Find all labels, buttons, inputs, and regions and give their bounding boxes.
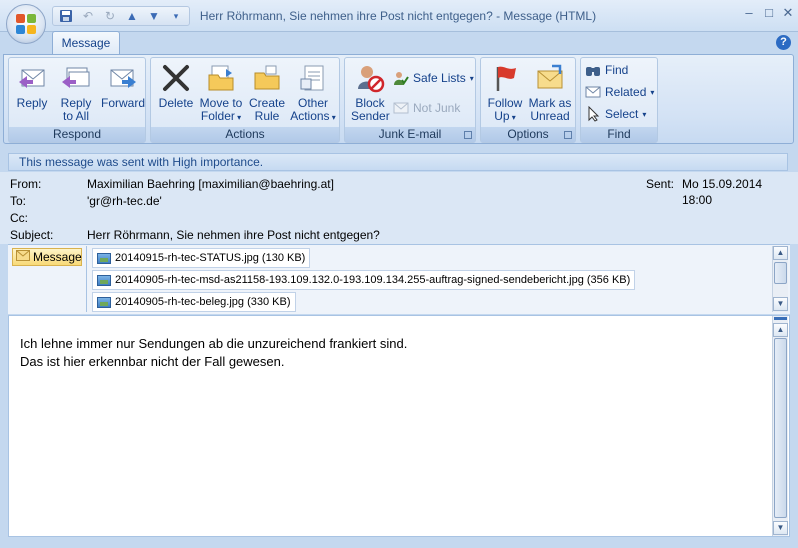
from-row: From: Maximilian Baehring [maximilian@ba… [10,176,790,207]
attachment-item[interactable]: 20140905-rh-tec-beleg.jpg (330 KB) [92,292,296,312]
message-header: From: Maximilian Baehring [maximilian@ba… [0,172,798,244]
attachment-divider [86,246,87,312]
message-body-text: Ich lehne immer nur Sendungen ab die unz… [20,336,408,369]
group-label-junk: Junk E-mail [345,127,475,142]
image-file-icon [97,296,111,308]
other-actions-icon [297,61,329,95]
other-actions-button[interactable]: Other Actions ▾ [289,61,337,124]
not-junk-button[interactable]: Not Junk [393,98,460,118]
reply-button[interactable]: Reply [15,61,49,110]
group-junk-email: Block Sender Safe Lists ▾ Not Junk Junk … [344,57,476,143]
scroll-down-icon[interactable]: ▼ [773,521,788,535]
message-attachment-tab[interactable]: Message [12,248,82,266]
office-logo-icon [16,14,36,34]
to-value[interactable]: 'gr@rh-tec.de' [87,193,162,209]
cursor-arrow-icon [585,106,601,122]
importance-infobar: This message was sent with High importan… [8,153,788,171]
block-sender-button[interactable]: Block Sender [351,61,390,123]
move-to-folder-button[interactable]: Move to Folder ▾ [197,61,245,124]
safe-lists-button[interactable]: Safe Lists ▾ [393,68,474,88]
delete-x-icon [160,61,192,95]
attachment-item[interactable]: 20140915-rh-tec-STATUS.jpg (130 KB) [92,248,311,268]
close-icon[interactable]: ✕ [779,5,797,21]
chevron-down-icon: ▾ [329,113,336,122]
minimize-icon[interactable]: – [740,5,758,21]
forward-button[interactable]: Forward [101,61,145,110]
tab-message[interactable]: Message [52,31,120,55]
junk-dialog-launcher-icon[interactable] [464,131,472,139]
group-label-options: Options [481,127,575,142]
attachment-item[interactable]: 20140905-rh-tec-msd-as21158-193.109.132.… [92,270,636,290]
chevron-down-icon: ▾ [234,113,242,122]
sent-label: Sent: [646,177,675,191]
scroll-up-icon[interactable]: ▲ [773,246,788,260]
scroll-split-handle-icon[interactable] [774,317,787,320]
move-folder-icon [205,61,237,95]
scroll-thumb[interactable] [774,338,787,518]
scroll-down-icon[interactable]: ▼ [773,297,788,311]
group-respond: Reply Reply to All Forward Respond [8,57,146,143]
reply-icon [16,61,48,95]
group-label-respond: Respond [9,127,145,142]
group-label-actions: Actions [151,127,339,142]
chevron-down-icon: ▾ [509,113,516,122]
forward-icon [107,61,139,95]
cc-row: Cc: [10,210,790,226]
scroll-up-icon[interactable]: ▲ [773,323,788,337]
help-icon[interactable]: ? [776,35,791,50]
previous-item-icon[interactable]: ▲ [123,8,141,24]
undo-icon[interactable]: ↶ [79,8,97,24]
unread-envelope-icon [534,61,566,95]
chevron-down-icon: ▾ [469,73,474,83]
rule-icon [251,61,283,95]
safe-lists-icon [393,70,409,86]
group-actions: Delete Move to Folder ▾ Create Rule Othe… [150,57,340,143]
chevron-down-icon: ▾ [650,87,655,97]
group-label-find: Find [581,127,657,142]
to-label: To: [10,194,27,208]
image-file-icon [97,252,111,264]
save-icon[interactable] [57,8,75,24]
maximize-icon[interactable]: □ [760,5,778,21]
group-find: Find Related ▾ Select ▾ Find [580,57,658,143]
reply-all-icon [60,61,92,95]
image-file-icon [97,274,111,286]
from-label: From: [10,177,42,191]
block-sender-icon [354,61,386,95]
attachment-scrollbar[interactable]: ▲ ▼ [772,246,788,312]
follow-up-button[interactable]: Follow Up ▾ [485,61,525,124]
subject-row: Subject: Herr Röhrmann, Sie nehmen ihre … [10,227,790,243]
redo-icon[interactable]: ↻ [101,8,119,24]
group-options: Follow Up ▾ Mark as Unread Options [480,57,576,143]
binoculars-icon [585,62,601,78]
cc-label: Cc: [10,211,28,225]
mark-as-unread-button[interactable]: Mark as Unread [527,61,573,123]
options-dialog-launcher-icon[interactable] [564,131,572,139]
subject-label: Subject: [10,228,54,242]
create-rule-button[interactable]: Create Rule [247,61,287,123]
envelope-icon [16,249,30,265]
flag-icon [489,61,521,95]
body-scrollbar[interactable]: ▲ ▼ [772,316,788,536]
from-value[interactable]: Maximilian Baehring [maximilian@baehring… [87,176,334,192]
select-button[interactable]: Select ▾ [585,104,646,124]
chevron-down-icon: ▾ [642,109,647,119]
ribbon: Reply Reply to All Forward Respond Delet… [3,54,794,144]
related-button[interactable]: Related ▾ [585,82,654,102]
find-button[interactable]: Find [585,60,628,80]
not-junk-icon [393,100,409,116]
window-title: Herr Röhrmann, Sie nehmen ihre Post nich… [199,9,597,23]
office-button[interactable] [6,4,46,44]
subject-value: Herr Röhrmann, Sie nehmen ihre Post nich… [87,228,380,242]
reply-all-button[interactable]: Reply to All [57,61,95,123]
scroll-thumb[interactable] [774,262,787,284]
delete-button[interactable]: Delete [157,61,195,110]
to-row: To: 'gr@rh-tec.de' [10,193,790,209]
related-icon [585,84,601,100]
